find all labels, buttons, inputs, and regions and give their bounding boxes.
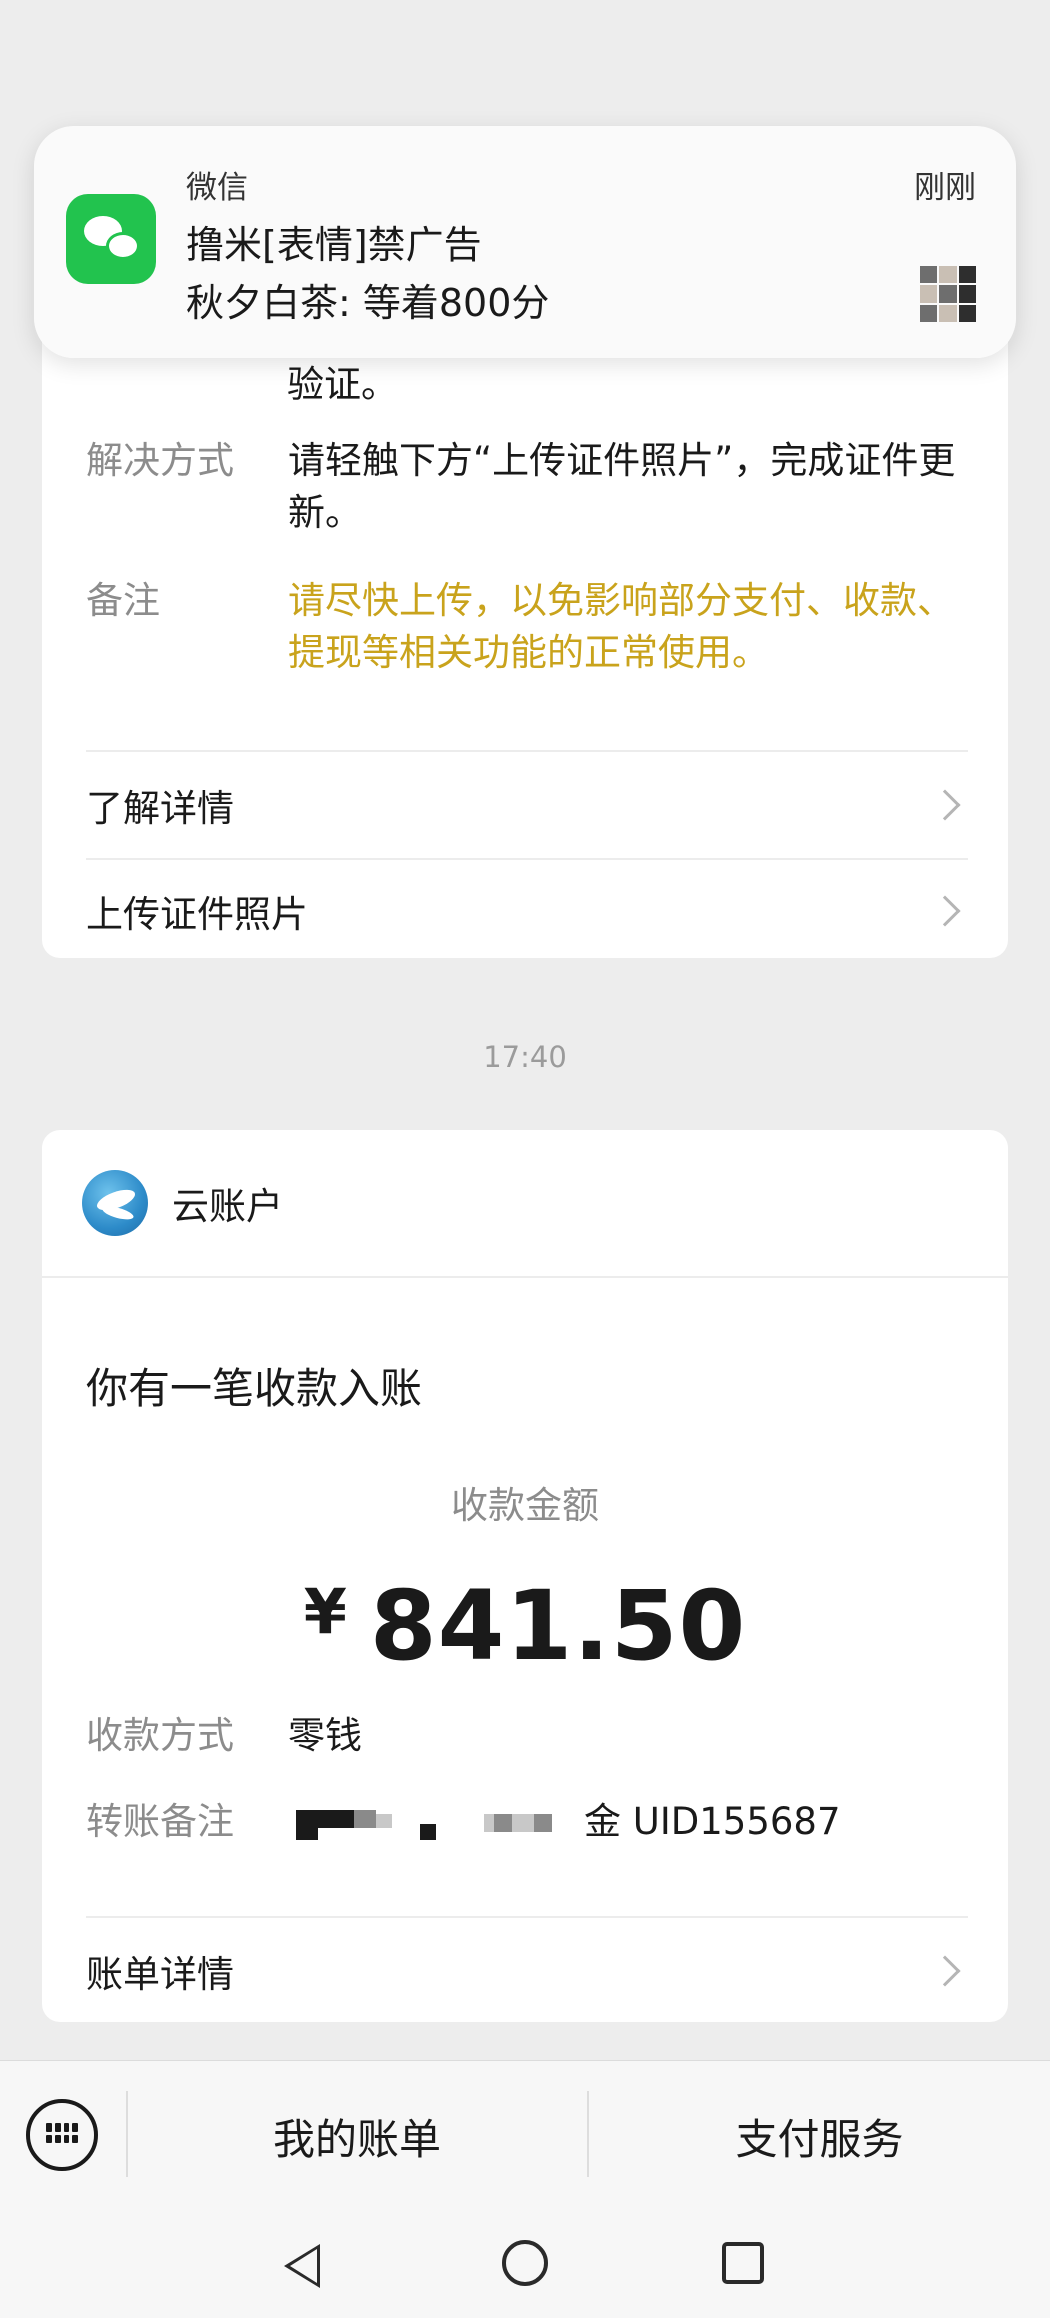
payment-card-header[interactable]: 云账户 [82, 1170, 283, 1236]
payment-title: 你有一笔收款入账 [86, 1364, 423, 1413]
message-timestamp: 17:40 [483, 1040, 567, 1074]
chevron-right-icon [929, 789, 961, 821]
note-label: 转账备注 [86, 1800, 234, 1843]
my-bills-button[interactable]: 我的账单 [128, 2061, 586, 2211]
app-name: 云账户 [172, 1185, 283, 1228]
method-row: 收款方式 零钱 [86, 1710, 968, 1762]
bill-details-label: 账单详情 [86, 1953, 234, 1996]
group-avatar-icon [920, 266, 976, 322]
notification-app-name: 微信 [186, 170, 248, 206]
method-label: 收款方式 [86, 1714, 234, 1757]
amount: ¥841.50 [42, 1570, 1008, 1682]
chevron-right-icon [929, 1955, 961, 1987]
verify-text-tail: 验证。 [287, 363, 398, 406]
system-nav-bar [0, 2210, 1050, 2318]
currency-symbol: ¥ [303, 1575, 348, 1648]
note-visible-text: 金 UID155687 [584, 1800, 841, 1843]
cloud-account-logo-icon [82, 1170, 148, 1236]
amount-value: 841.50 [369, 1570, 747, 1682]
screen: 验证。 解决方式 请轻触下方“上传证件照片”，完成证件更新。 备注 请尽快上传，… [0, 0, 1050, 2318]
note-row: 转账备注 金 UID155687 [86, 1796, 968, 1848]
chevron-right-icon [929, 895, 961, 927]
payment-card[interactable]: 云账户 你有一笔收款入账 收款金额 ¥841.50 收款方式 零钱 转账备注 金… [42, 1130, 1008, 2022]
bill-details-link[interactable]: 账单详情 [86, 1918, 968, 2024]
remark-row: 备注 请尽快上传，以免影响部分支付、收款、提现等相关功能的正常使用。 [86, 575, 968, 679]
wechat-icon [66, 194, 156, 284]
recent-apps-icon[interactable] [722, 2242, 764, 2284]
notification-banner[interactable]: 微信 刚刚 撸米[表情]禁广告 秋夕白茶: 等着800分 [34, 126, 1016, 358]
service-menu-bar: 我的账单 支付服务 [0, 2060, 1050, 2210]
learn-more-link[interactable]: 了解详情 [86, 752, 968, 858]
resolution-label: 解决方式 [86, 439, 234, 482]
divider [42, 1276, 1008, 1278]
payment-services-button[interactable]: 支付服务 [589, 2061, 1050, 2211]
resolution-row: 解决方式 请轻触下方“上传证件照片”，完成证件更新。 [86, 435, 968, 539]
amount-label: 收款金额 [451, 1484, 599, 1527]
upload-id-photo-link[interactable]: 上传证件照片 [86, 858, 968, 964]
method-value: 零钱 [288, 1714, 362, 1757]
back-icon[interactable] [284, 2244, 320, 2288]
upload-id-photo-label: 上传证件照片 [86, 893, 308, 936]
remark-value: 请尽快上传，以免影响部分支付、收款、提现等相关功能的正常使用。 [288, 579, 954, 674]
notification-time: 刚刚 [914, 170, 976, 206]
notification-body: 秋夕白茶: 等着800分 [186, 281, 550, 325]
learn-more-label: 了解详情 [86, 787, 234, 830]
home-icon[interactable] [502, 2240, 548, 2286]
redacted-text [288, 1796, 588, 1848]
notification-title: 撸米[表情]禁广告 [186, 223, 482, 267]
keyboard-icon[interactable] [26, 2099, 98, 2171]
note-value: 金 UID155687 [288, 1796, 841, 1848]
remark-label: 备注 [86, 579, 160, 622]
resolution-value: 请轻触下方“上传证件照片”，完成证件更新。 [288, 439, 956, 534]
